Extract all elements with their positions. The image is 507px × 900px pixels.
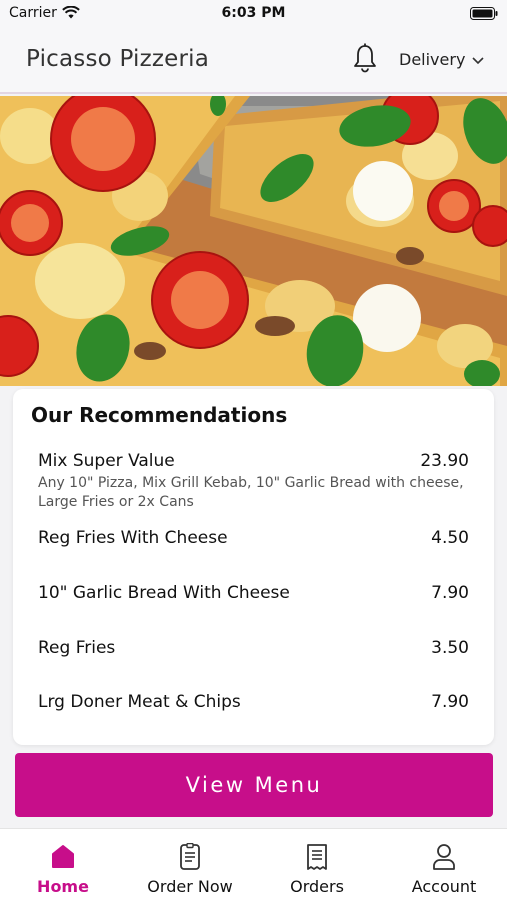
bell-icon[interactable] bbox=[352, 43, 378, 73]
bottom-tab-bar: Home Order Now Orders Account bbox=[0, 828, 507, 900]
hero-pizza-image bbox=[0, 96, 507, 386]
item-name: Mix Super Value bbox=[38, 451, 175, 471]
item-price: 23.90 bbox=[420, 451, 469, 471]
pizza-illustration bbox=[0, 96, 507, 386]
item-price: 3.50 bbox=[431, 638, 469, 658]
tab-order-now[interactable]: Order Now bbox=[127, 829, 253, 900]
item-name: Reg Fries bbox=[38, 638, 116, 658]
battery-icon bbox=[470, 7, 498, 20]
receipt-icon bbox=[307, 844, 327, 870]
restaurant-title: Picasso Pizzeria bbox=[26, 46, 210, 72]
menu-item[interactable]: Mix Super Value 23.90 Any 10" Pizza, Mix… bbox=[38, 451, 469, 515]
tab-home[interactable]: Home bbox=[0, 829, 126, 900]
item-price: 4.50 bbox=[431, 528, 469, 548]
tab-label: Home bbox=[37, 877, 89, 896]
home-icon bbox=[52, 845, 74, 868]
item-description: Any 10" Pizza, Mix Grill Kebab, 10" Garl… bbox=[38, 475, 464, 510]
recommendations-card: Our Recommendations Mix Super Value 23.9… bbox=[13, 389, 494, 745]
delivery-selector[interactable]: Delivery bbox=[399, 50, 465, 69]
item-name: Lrg Doner Meat & Chips bbox=[38, 692, 241, 712]
app-header: Picasso Pizzeria Delivery bbox=[0, 28, 507, 94]
view-menu-button[interactable]: View Menu bbox=[15, 753, 493, 817]
tab-account[interactable]: Account bbox=[381, 829, 507, 900]
item-name: 10" Garlic Bread With Cheese bbox=[38, 583, 290, 603]
person-icon bbox=[433, 844, 455, 870]
status-bar: Carrier 6:03 PM bbox=[0, 0, 507, 28]
order-icon bbox=[180, 843, 200, 870]
chevron-down-icon[interactable] bbox=[471, 54, 485, 66]
tab-orders[interactable]: Orders bbox=[254, 829, 380, 900]
tab-label: Orders bbox=[290, 877, 344, 896]
item-name: Reg Fries With Cheese bbox=[38, 528, 228, 548]
menu-item[interactable]: 10" Garlic Bread With Cheese 7.90 bbox=[38, 583, 469, 607]
menu-item[interactable]: Reg Fries 3.50 bbox=[38, 638, 469, 662]
tab-label: Account bbox=[411, 877, 477, 896]
menu-item[interactable]: Lrg Doner Meat & Chips 7.90 bbox=[38, 692, 469, 716]
item-price: 7.90 bbox=[431, 692, 469, 712]
recommendations-heading: Our Recommendations bbox=[31, 403, 288, 427]
menu-item[interactable]: Reg Fries With Cheese 4.50 bbox=[38, 528, 469, 552]
item-price: 7.90 bbox=[431, 583, 469, 603]
tab-label: Order Now bbox=[147, 877, 233, 896]
clock: 6:03 PM bbox=[221, 5, 286, 21]
